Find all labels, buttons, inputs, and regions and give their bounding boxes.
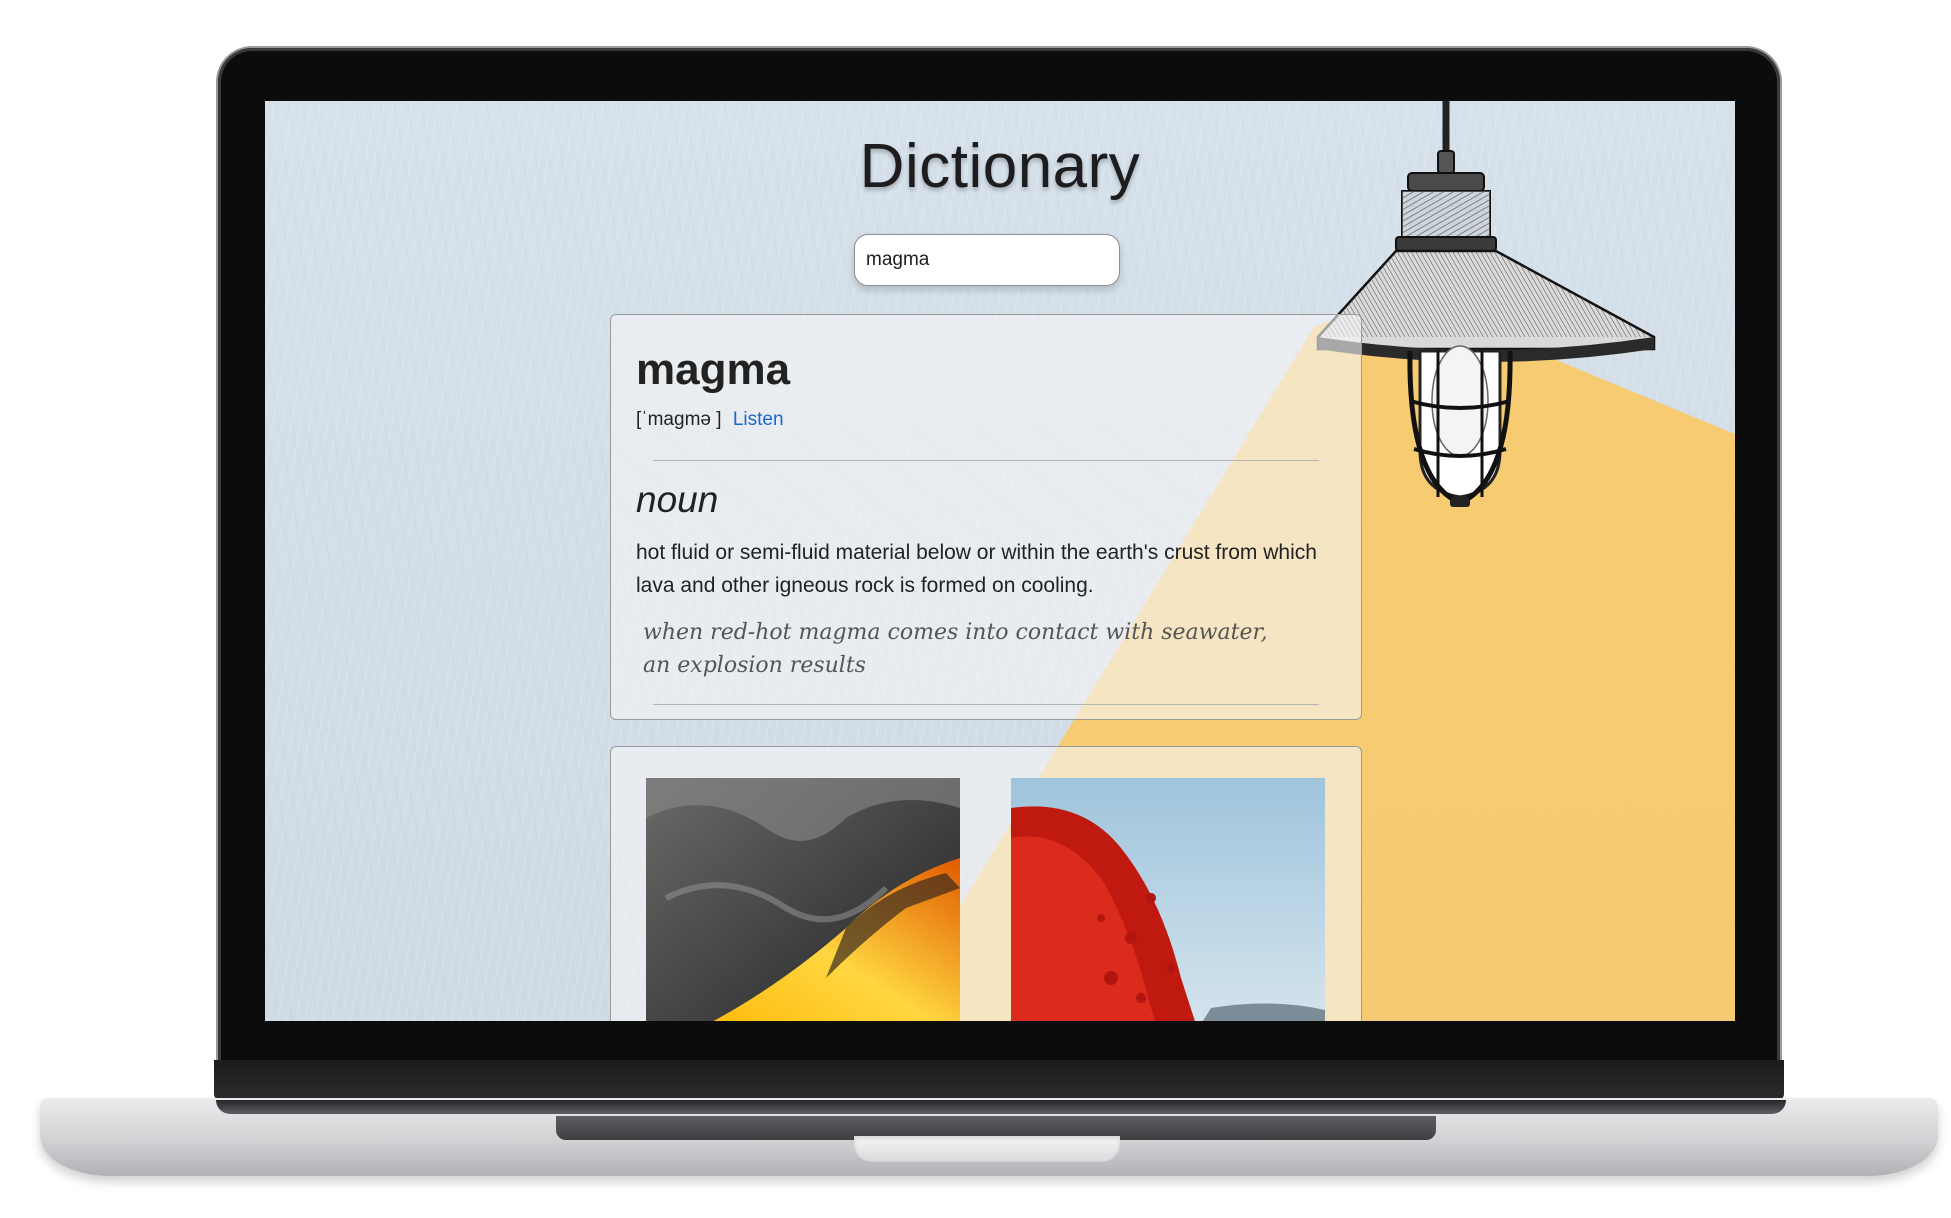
search-input[interactable] — [854, 234, 1120, 286]
lid-open-notch — [854, 1136, 1120, 1162]
definition-text: hot fluid or semi-fluid material below o… — [636, 541, 1317, 597]
listen-link[interactable]: Listen — [733, 409, 784, 430]
laptop-hinge — [214, 1060, 1784, 1100]
eruption-image[interactable] — [1011, 778, 1325, 1021]
images-card — [610, 746, 1362, 1021]
example-sentence: when red-hot magma comes into contact wi… — [643, 620, 1268, 678]
page-title: Dictionary — [859, 132, 1141, 201]
keyboard-strip — [216, 1100, 1786, 1114]
phonetic-row: [ˈmagmə ] Listen — [636, 409, 784, 431]
eruption-picture — [1011, 778, 1325, 1021]
lava-flow-picture — [646, 778, 960, 1021]
entry-word: magma — [636, 345, 791, 394]
lava-flow-image[interactable] — [646, 778, 960, 1021]
divider-bottom — [653, 704, 1319, 705]
part-of-speech: noun — [636, 479, 719, 520]
definition-card: magma [ˈmagmə ] Listen noun hot fluid or… — [610, 314, 1362, 720]
phonetic-text: [ˈmagmə ] — [636, 409, 722, 430]
laptop-screen: Dictionary magma [ˈmagmə ] Listen noun h… — [265, 101, 1735, 1021]
search-box[interactable] — [854, 234, 1120, 286]
divider-top — [653, 460, 1319, 461]
